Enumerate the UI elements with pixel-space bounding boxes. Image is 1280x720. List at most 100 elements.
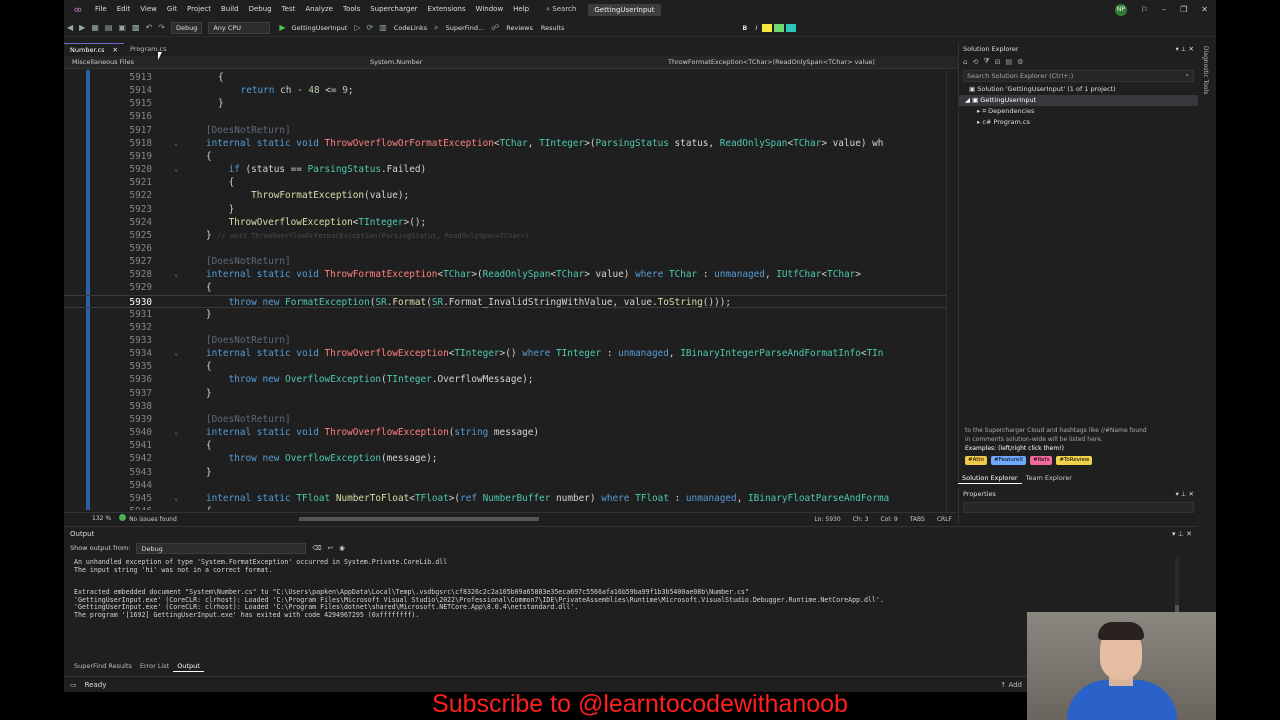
code-line[interactable]: 5921 { [64,176,946,189]
indent-mode[interactable]: TABS [910,516,925,523]
menu-supercharger[interactable]: Supercharger [365,0,422,19]
code-line[interactable]: 5925} // void ThrowOverflowOrFormatExcep… [64,229,946,242]
start-without-debugging-icon[interactable]: ▷ [351,23,363,32]
tree-project[interactable]: ◢ ▣ GettingUserInput [959,95,1198,106]
code-line[interactable]: 5929 { [64,281,946,294]
fold-chevron-icon[interactable]: ⌄ [174,426,178,439]
italic-button[interactable]: I [751,24,761,32]
reviews-button[interactable]: Reviews [502,24,537,32]
results-button[interactable]: Results [537,24,568,32]
code-editor[interactable]: 5913{5914 return ch - 48 <= 9; 5915} 5916 5… [64,70,946,510]
close-icon[interactable]: ✕ [1186,530,1192,538]
tab-team-explorer[interactable]: Team Explorer [1022,472,1076,484]
member-dropdown[interactable]: ThrowFormatException<TChar>(ReadOnlySpan… [660,58,958,66]
save-icon[interactable]: ▣ [115,23,129,32]
tab-superfind-results[interactable]: SuperFind Results [70,660,136,672]
code-line[interactable]: 5922 ThrowFormatException(value); [64,189,946,202]
undo-icon[interactable]: ↶ [143,23,156,32]
menu-view[interactable]: View [135,0,162,19]
code-line[interactable]: 5913 { [64,71,946,84]
code-line[interactable]: 5920 ⌄ if (status == ParsingStatus.Failed… [64,163,946,176]
menu-test[interactable]: Test [277,0,301,19]
type-dropdown[interactable]: System.Number [362,58,660,66]
bold-button[interactable]: B [738,24,751,32]
code-line[interactable]: 5934 ⌄ internal static void ThrowOverflowE… [64,347,946,360]
code-line[interactable]: 5938 [64,400,946,413]
tag-attn[interactable]: #Attn [965,456,988,465]
code-line[interactable]: 5919 { [64,150,946,163]
code-line[interactable]: 5945 ⌄ internal static TFloat NumberToFloa… [64,492,946,505]
hot-reload-icon[interactable]: ⟳ [364,23,377,32]
menu-tools[interactable]: Tools [338,0,365,19]
menu-extensions[interactable]: Extensions [423,0,471,19]
pin-icon[interactable]: ⊥ [1181,45,1187,53]
code-line[interactable]: 5935 { [64,360,946,373]
platform-select[interactable]: Any CPU [208,21,271,34]
tree-solution[interactable]: ▣ Solution 'GettingUserInput' (1 of 1 pr… [959,84,1198,95]
highlight-green-swatch[interactable] [774,23,785,32]
toggle-output-icon[interactable]: ◉ [339,544,345,552]
word-wrap-icon[interactable]: ↩ [328,544,333,552]
tag-toreview[interactable]: #ToReview [1056,456,1093,465]
menu-edit[interactable]: Edit [112,0,136,19]
fold-chevron-icon[interactable]: ⌄ [174,268,178,281]
sync-icon[interactable]: ⟲ [972,58,978,66]
superfind-button[interactable]: SuperFind... [442,24,489,32]
code-line[interactable]: 5942 throw new OverflowException(message… [64,452,946,465]
close-icon[interactable]: ✕ [1189,490,1194,498]
search-button[interactable]: ⌕ Search [538,5,584,14]
diagnostic-tools-tab[interactable]: Diagnostic Tools [1202,46,1209,94]
code-line[interactable]: 5940 ⌄ internal static void ThrowOverflowE… [64,426,946,439]
menu-file[interactable]: File [90,0,112,19]
issues-indicator[interactable]: No issues found [119,514,177,523]
layout-icon[interactable]: ▥ [376,23,390,32]
tab-error-list[interactable]: Error List [136,660,173,672]
highlight-teal-swatch[interactable] [786,23,797,32]
fold-chevron-icon[interactable]: ⌄ [174,347,178,360]
start-debugging-icon[interactable]: ▶ [273,23,287,32]
code-line[interactable]: 5917 [DoesNotReturn] [64,124,946,137]
code-line[interactable]: 5939 [DoesNotReturn] [64,413,946,426]
tab-number-cs[interactable]: Number.cs ✕ [64,43,124,55]
menu-debug[interactable]: Debug [244,0,277,19]
solution-search-input[interactable]: Search Solution Explorer (Ctrl+;) ⌕ [963,70,1194,82]
code-line[interactable]: 5941 { [64,439,946,452]
pin-icon[interactable]: ⊥ [1181,490,1187,498]
tag-refs[interactable]: #Refs [1030,456,1053,465]
redo-icon[interactable]: ↷ [155,23,168,32]
show-all-icon[interactable]: ▤ [1005,58,1012,66]
home-icon[interactable]: ⌂ [963,58,967,66]
code-line[interactable]: 5944 [64,479,946,492]
menu-analyze[interactable]: Analyze [300,0,338,19]
properties-object-select[interactable] [963,502,1194,513]
code-line[interactable]: 5914 return ch - 48 <= 9; [64,84,946,97]
code-line[interactable]: 5927 [DoesNotReturn] [64,255,946,268]
back-icon[interactable]: ◀ [64,23,76,32]
code-line[interactable]: 5933 [DoesNotReturn] [64,334,946,347]
filter-icon[interactable]: ⧩ [983,57,989,66]
chevron-down-icon[interactable]: ▾ [1175,490,1178,498]
code-line[interactable]: 5943} [64,466,946,479]
reviews-icon[interactable]: ☍ [488,23,502,32]
tag-featurex[interactable]: #FeatureX [991,456,1027,465]
codelinks-button[interactable]: CodeLinks [390,24,431,32]
menu-git[interactable]: Git [162,0,182,19]
maximize-button[interactable]: ❐ [1180,5,1187,14]
code-line[interactable]: 5930 throw new FormatException(SR.Format… [64,294,946,308]
fold-chevron-icon[interactable]: ⌄ [174,163,178,176]
code-line[interactable]: 5931} [64,308,946,321]
tree-program-cs[interactable]: ▸ c# Program.cs [959,117,1198,128]
avatar[interactable]: NP [1114,3,1127,16]
collapse-all-icon[interactable]: ⊟ [995,58,1001,66]
menu-build[interactable]: Build [216,0,244,19]
editor-vertical-scrollbar[interactable] [946,70,958,510]
horizontal-scrollbar[interactable] [299,517,539,521]
configuration-select[interactable]: Debug [170,21,203,34]
code-line[interactable]: 5918 ⌄ internal static void ThrowOverflowO… [64,137,946,150]
new-project-icon[interactable]: ▦ [88,23,102,32]
code-line[interactable]: 5928 ⌄ internal static void ThrowFormatExc… [64,268,946,281]
close-window-button[interactable]: ✕ [1201,5,1208,14]
highlight-yellow-swatch[interactable] [762,23,773,32]
chevron-down-icon[interactable]: ▾ [1172,530,1176,538]
save-all-icon[interactable]: ▩ [129,23,143,32]
